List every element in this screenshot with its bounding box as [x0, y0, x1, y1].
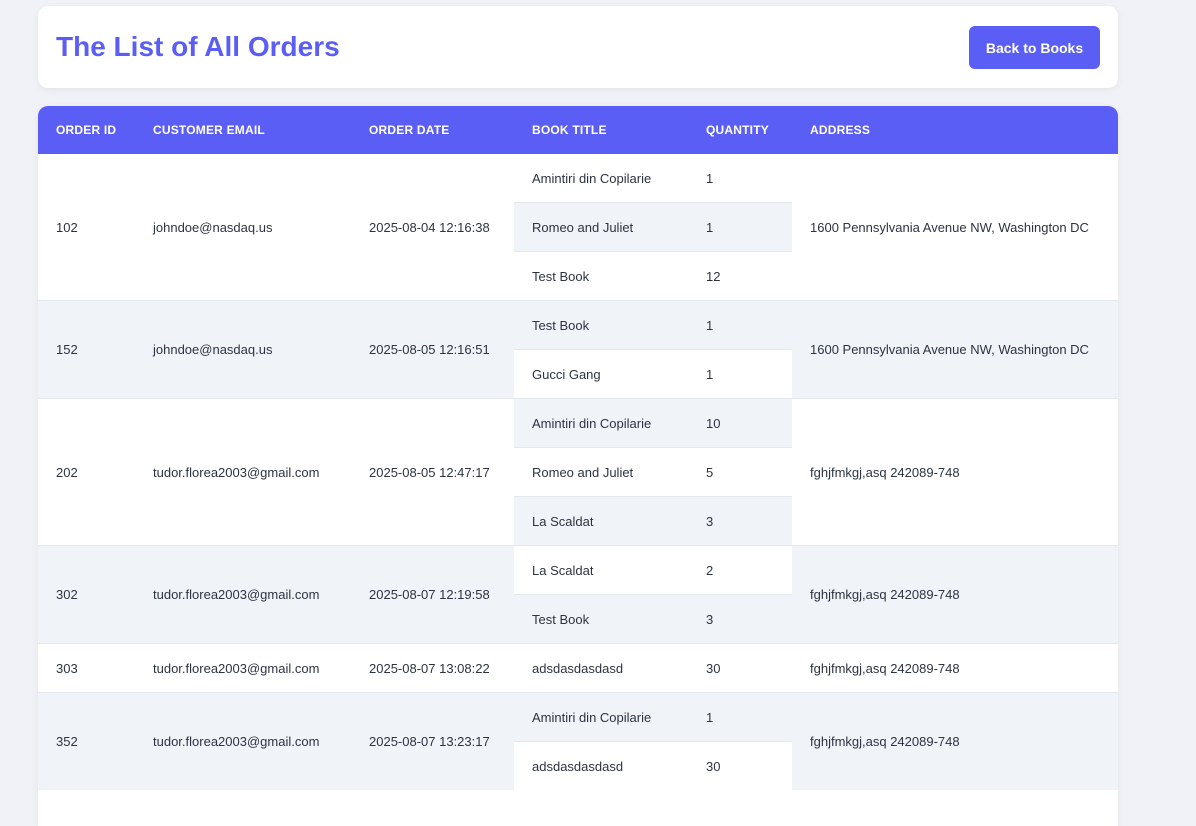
- customer-email-cell: tudor.florea2003@gmail.com: [135, 398, 351, 546]
- order-id-cell: 302: [38, 545, 135, 644]
- quantity-cell: 1: [688, 692, 792, 742]
- address-cell: fghjfmkgj,asq 242089-748: [792, 643, 1118, 693]
- column-header-book-title: BOOK TITLE: [514, 106, 688, 154]
- order-id-cell: 352: [38, 692, 135, 790]
- quantity-cell: 3: [688, 594, 792, 644]
- customer-email-cell: tudor.florea2003@gmail.com: [135, 643, 351, 693]
- column-header-quantity: QUANTITY: [688, 106, 792, 154]
- order-date-cell: 2025-08-07 12:19:58: [351, 545, 514, 644]
- page-title: The List of All Orders: [56, 31, 340, 62]
- table-header-row: ORDER ID CUSTOMER EMAIL ORDER DATE BOOK …: [38, 106, 1118, 154]
- orders-table-card: ORDER ID CUSTOMER EMAIL ORDER DATE BOOK …: [38, 106, 1118, 826]
- order-date-cell: 2025-08-07 13:23:17: [351, 692, 514, 790]
- table-row: 303 tudor.florea2003@gmail.com 2025-08-07 …: [38, 643, 1118, 693]
- book-title-cell: Test Book: [514, 300, 688, 350]
- quantity-cell: 10: [688, 398, 792, 448]
- table-row: 302 tudor.florea2003@gmail.com 2025-08-07 …: [38, 545, 1118, 644]
- book-title-cell: Amintiri din Copilarie: [514, 398, 688, 448]
- column-header-order-id: ORDER ID: [38, 106, 135, 154]
- quantity-cell: 1: [688, 202, 792, 252]
- table-row: 352 tudor.florea2003@gmail.com 2025-08-07 …: [38, 692, 1118, 790]
- customer-email-cell: johndoe@nasdaq.us: [135, 300, 351, 399]
- table-row: 202 tudor.florea2003@gmail.com 2025-08-05 …: [38, 398, 1118, 546]
- address-cell: fghjfmkgj,asq 242089-748: [792, 692, 1118, 790]
- book-title-cell: Amintiri din Copilarie: [514, 692, 688, 742]
- book-title-cell: La Scaldat: [514, 545, 688, 595]
- address-cell: fghjfmkgj,asq 242089-748: [792, 398, 1118, 546]
- page-header: The List of All Orders Back to Books: [38, 6, 1118, 88]
- book-title-cell: La Scaldat: [514, 496, 688, 546]
- order-id-cell: 202: [38, 398, 135, 546]
- book-title-cell: Gucci Gang: [514, 349, 688, 399]
- customer-email-cell: johndoe@nasdaq.us: [135, 154, 351, 301]
- quantity-cell: 2: [688, 545, 792, 595]
- order-date-cell: 2025-08-05 12:16:51: [351, 300, 514, 399]
- table-row: 102 johndoe@nasdaq.us 2025-08-04 12:16:38 A…: [38, 154, 1118, 301]
- order-id-cell: 152: [38, 300, 135, 399]
- order-id-cell: 102: [38, 154, 135, 301]
- order-date-cell: 2025-08-07 13:08:22: [351, 643, 514, 693]
- quantity-cell: 3: [688, 496, 792, 546]
- order-id-cell: 303: [38, 643, 135, 693]
- column-header-address: ADDRESS: [792, 106, 1118, 154]
- quantity-cell: 30: [688, 741, 792, 790]
- orders-table-body: 102 johndoe@nasdaq.us 2025-08-04 12:16:38 A…: [38, 154, 1118, 790]
- back-to-books-button[interactable]: Back to Books: [969, 26, 1100, 69]
- column-header-customer-email: CUSTOMER EMAIL: [135, 106, 351, 154]
- column-header-order-date: ORDER DATE: [351, 106, 514, 154]
- order-date-cell: 2025-08-04 12:16:38: [351, 154, 514, 301]
- quantity-cell: 12: [688, 251, 792, 301]
- customer-email-cell: tudor.florea2003@gmail.com: [135, 545, 351, 644]
- book-title-cell: Romeo and Juliet: [514, 202, 688, 252]
- order-date-cell: 2025-08-05 12:47:17: [351, 398, 514, 546]
- quantity-cell: 1: [688, 154, 792, 203]
- table-row: 152 johndoe@nasdaq.us 2025-08-05 12:16:51 T…: [38, 300, 1118, 399]
- customer-email-cell: tudor.florea2003@gmail.com: [135, 692, 351, 790]
- book-title-cell: adsdasdasdasd: [514, 643, 688, 693]
- quantity-cell: 1: [688, 349, 792, 399]
- address-cell: 1600 Pennsylvania Avenue NW, Washington …: [792, 300, 1118, 399]
- quantity-cell: 5: [688, 447, 792, 497]
- book-title-cell: adsdasdasdasd: [514, 741, 688, 790]
- book-title-cell: Test Book: [514, 251, 688, 301]
- address-cell: 1600 Pennsylvania Avenue NW, Washington …: [792, 154, 1118, 301]
- book-title-cell: Romeo and Juliet: [514, 447, 688, 497]
- book-title-cell: Test Book: [514, 594, 688, 644]
- book-title-cell: Amintiri din Copilarie: [514, 154, 688, 203]
- quantity-cell: 1: [688, 300, 792, 350]
- address-cell: fghjfmkgj,asq 242089-748: [792, 545, 1118, 644]
- orders-table: ORDER ID CUSTOMER EMAIL ORDER DATE BOOK …: [38, 106, 1118, 790]
- quantity-cell: 30: [688, 643, 792, 693]
